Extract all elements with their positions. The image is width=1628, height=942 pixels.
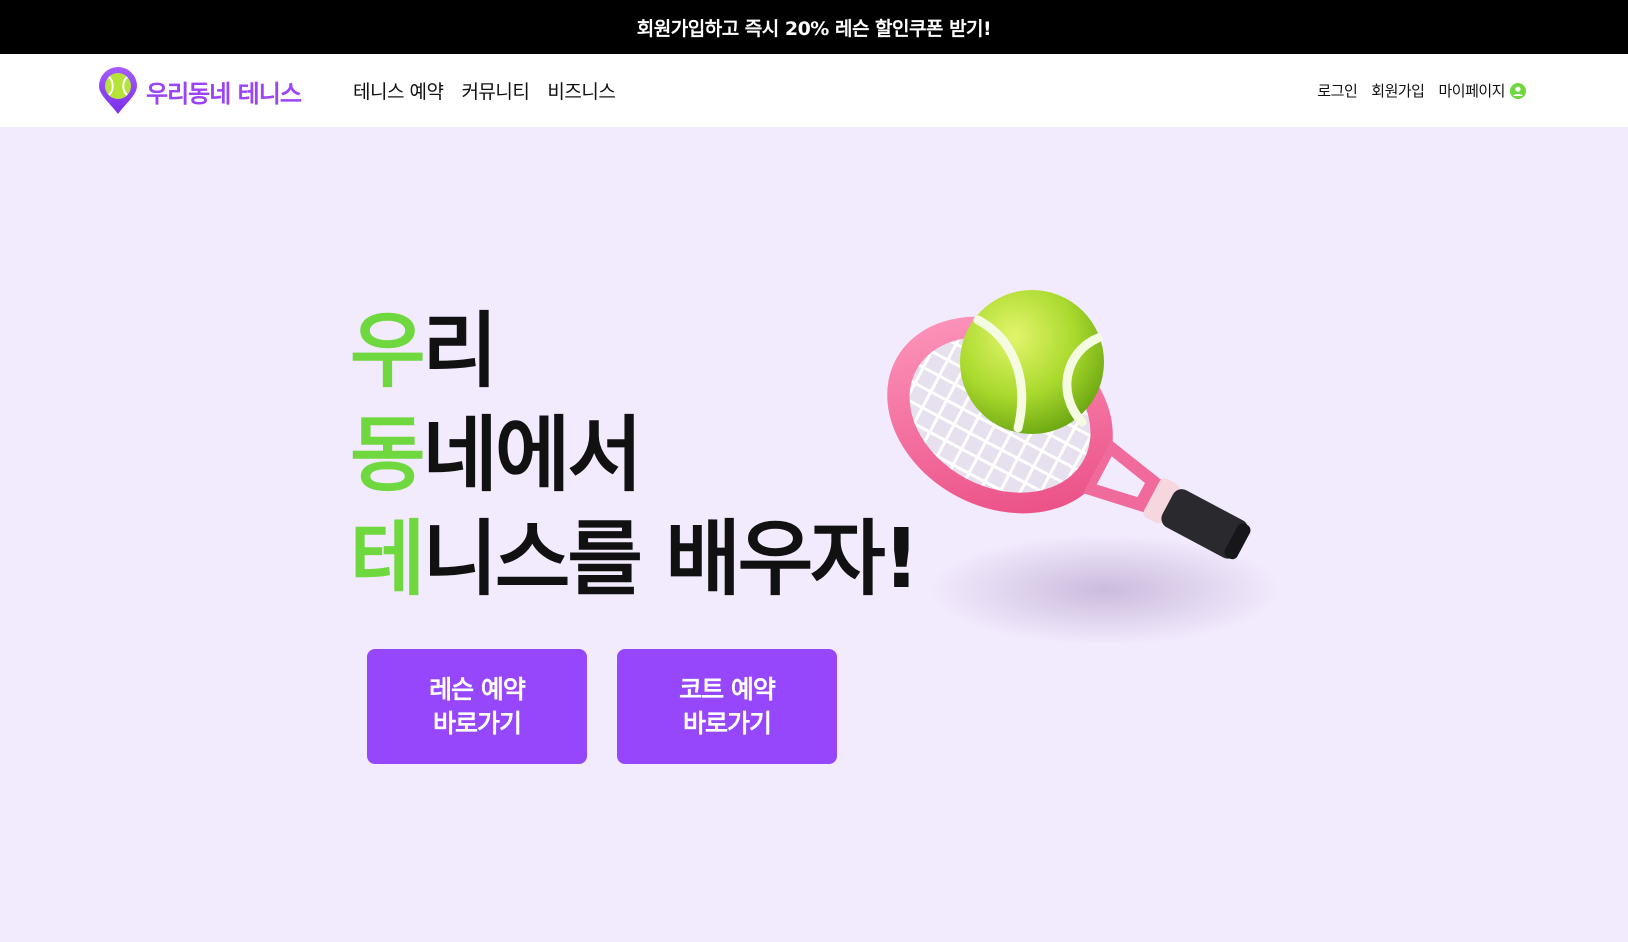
mypage-label: 마이페이지 xyxy=(1438,82,1505,100)
headline-line-1: 우리 xyxy=(350,300,917,404)
nav-tennis-booking[interactable]: 테니스 예약 xyxy=(353,77,444,104)
court-booking-button[interactable]: 코트 예약 바로가기 xyxy=(617,649,837,764)
headline-rest-2: 네에서 xyxy=(422,408,642,503)
user-circle-icon xyxy=(1510,82,1526,99)
hero-headline: 우리 동네에서 테니스를 배우자! xyxy=(350,300,920,612)
headline-line-3: 테니스를 배우자! xyxy=(350,508,920,612)
signup-label: 회원가입 xyxy=(1371,82,1425,100)
nav-business[interactable]: 비즈니스 xyxy=(547,77,615,104)
mypage-link[interactable]: 마이페이지 xyxy=(1438,80,1526,101)
map-pin-tennis-ball-icon xyxy=(99,67,137,114)
lesson-button-line-2: 바로가기 xyxy=(432,708,522,738)
headline-accent-3: 테 xyxy=(350,512,425,607)
login-label: 로그인 xyxy=(1317,82,1358,100)
court-button-line-1: 코트 예약 xyxy=(679,674,776,704)
headline-accent-1: 우 xyxy=(350,304,425,399)
main-nav: 테니스 예약 커뮤니티 비즈니스 xyxy=(353,54,616,127)
lesson-button-line-1: 레슨 예약 xyxy=(429,674,526,704)
headline-accent-2: 동 xyxy=(350,408,425,503)
headline-rest-3: 니스를 배우자! xyxy=(422,512,920,607)
court-button-line-2: 바로가기 xyxy=(682,708,772,738)
tennis-racket-ball-illustration xyxy=(882,290,1280,645)
login-link[interactable]: 로그인 xyxy=(1317,80,1357,101)
logo-text: 우리동네 테니스 xyxy=(146,79,302,108)
headline-line-2: 동네에서 xyxy=(350,404,917,508)
logo-link[interactable]: 우리동네 테니스 xyxy=(98,67,302,115)
promo-banner[interactable]: 회원가입하고 즉시 20% 레슨 할인쿠폰 받기! xyxy=(0,0,1628,54)
nav-community[interactable]: 커뮤니티 xyxy=(461,77,529,104)
promo-text: 회원가입하고 즉시 20% 레슨 할인쿠폰 받기! xyxy=(636,17,992,40)
lesson-booking-button[interactable]: 레슨 예약 바로가기 xyxy=(367,649,587,764)
headline-rest-1: 리 xyxy=(422,304,497,399)
signup-link[interactable]: 회원가입 xyxy=(1371,80,1425,101)
utility-nav: 로그인 회원가입 마이페이지 xyxy=(1317,54,1526,127)
top-navigation: 우리동네 테니스 테니스 예약 커뮤니티 비즈니스 로그인 회원가입 마이페이지 xyxy=(0,54,1628,127)
